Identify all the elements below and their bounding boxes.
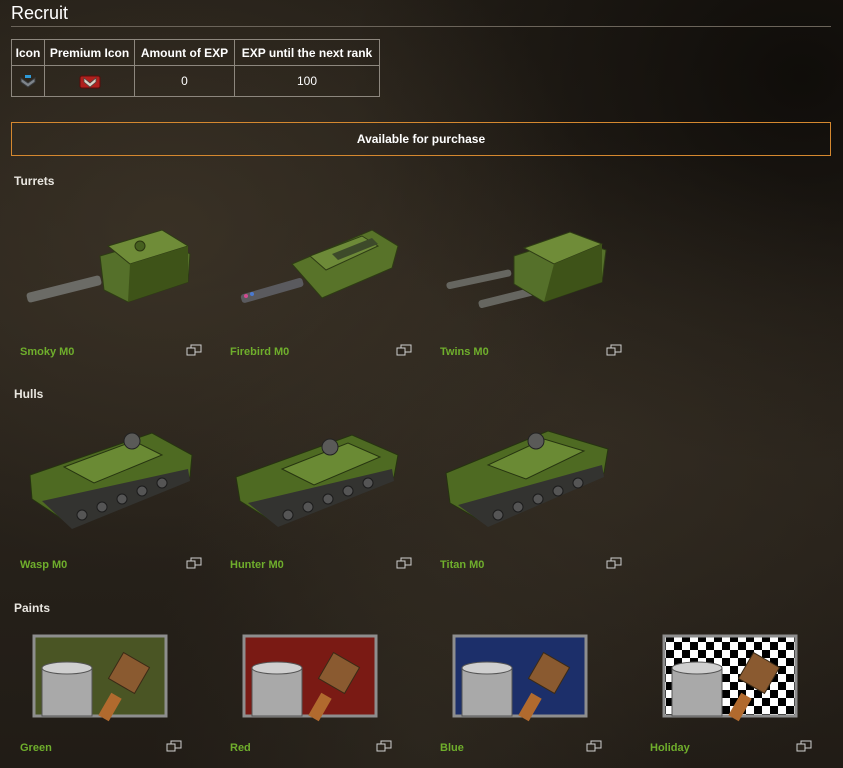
external-link-icon[interactable]: [186, 557, 202, 569]
premium-icon-cell: [44, 65, 135, 97]
item-name[interactable]: Hunter M0: [230, 559, 284, 571]
available-for-purchase-banner: Available for purchase: [11, 122, 831, 156]
hull-item-hunter[interactable]: Hunter M0: [222, 411, 412, 571]
turret-item-twins[interactable]: Twins M0: [432, 198, 622, 358]
rank-table: Icon Premium Icon Amount of EXP EXP unti…: [11, 39, 380, 97]
premium-rank-icon: [79, 75, 100, 89]
firebird-turret-image: [240, 229, 399, 303]
hull-item-wasp[interactable]: Wasp M0: [12, 411, 202, 571]
turrets-section-title: Turrets: [14, 174, 55, 188]
header-premium-icon: Premium Icon: [44, 39, 135, 66]
item-name[interactable]: Blue: [440, 742, 464, 754]
external-link-icon[interactable]: [166, 740, 182, 752]
item-name[interactable]: Titan M0: [440, 559, 484, 571]
paint-item-blue[interactable]: Blue: [432, 594, 602, 754]
title-divider: [11, 26, 831, 27]
rank-chevron-icon: [20, 75, 36, 89]
next-rank-value: 100: [234, 65, 380, 97]
holiday-paint-image: [662, 634, 798, 722]
external-link-icon[interactable]: [606, 557, 622, 569]
item-name[interactable]: Holiday: [650, 742, 690, 754]
item-name[interactable]: Red: [230, 742, 251, 754]
external-link-icon[interactable]: [396, 344, 412, 356]
item-name[interactable]: Wasp M0: [20, 559, 67, 571]
external-link-icon[interactable]: [186, 344, 202, 356]
paint-item-green[interactable]: Green: [12, 594, 182, 754]
page-title: Recruit: [11, 3, 69, 23]
item-name[interactable]: Green: [20, 742, 52, 754]
hunter-hull-image: [235, 434, 399, 527]
hulls-section-title: Hulls: [14, 387, 44, 401]
titan-hull-image: [445, 430, 609, 527]
rank-icon-cell: [11, 65, 45, 97]
twins-turret-image: [446, 231, 607, 309]
header-exp: Amount of EXP: [134, 39, 235, 66]
paint-item-holiday[interactable]: Holiday: [642, 594, 812, 754]
item-name[interactable]: Firebird M0: [230, 346, 289, 358]
hull-item-titan[interactable]: Titan M0: [432, 411, 622, 571]
external-link-icon[interactable]: [376, 740, 392, 752]
external-link-icon[interactable]: [606, 344, 622, 356]
external-link-icon[interactable]: [586, 740, 602, 752]
turret-item-smoky[interactable]: Smoky M0: [12, 198, 202, 358]
rank-table-row: 0 100: [11, 65, 380, 97]
red-paint-image: [242, 634, 378, 722]
blue-paint-image: [452, 634, 588, 722]
item-name[interactable]: Smoky M0: [20, 346, 74, 358]
header-next-rank: EXP until the next rank: [234, 39, 380, 66]
external-link-icon[interactable]: [796, 740, 812, 752]
exp-value: 0: [134, 65, 235, 97]
external-link-icon[interactable]: [396, 557, 412, 569]
green-paint-image: [32, 634, 168, 722]
smoky-turret-image: [26, 229, 191, 303]
item-name[interactable]: Twins M0: [440, 346, 489, 358]
wasp-hull-image: [29, 432, 193, 529]
turret-item-firebird[interactable]: Firebird M0: [222, 198, 412, 358]
paint-item-red[interactable]: Red: [222, 594, 392, 754]
rank-table-header: Icon Premium Icon Amount of EXP EXP unti…: [11, 39, 380, 66]
header-icon: Icon: [11, 39, 45, 66]
